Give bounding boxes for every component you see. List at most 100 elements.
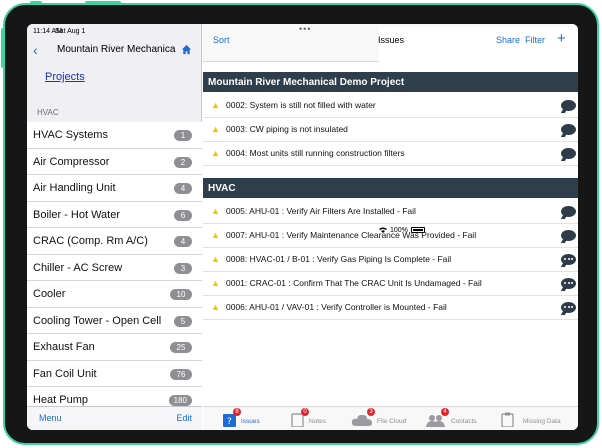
list-item-label: CRAC (Comp. Rm A/C): [33, 235, 148, 247]
section-header-hvac: HVAC: [37, 108, 59, 117]
count-badge: 5: [174, 315, 192, 327]
tab-contacts[interactable]: 4 Contacts: [425, 407, 495, 430]
issue-text: 0006: AHU-01 / VAV-01 : Verify Controlle…: [226, 302, 447, 312]
warning-icon: ▲: [211, 278, 220, 288]
comment-bubble-icon[interactable]: [561, 148, 576, 159]
issue-text: 0008: HVAC-01 / B-01 : Verify Gas Piping…: [226, 254, 452, 264]
count-badge: 25: [170, 342, 192, 353]
filter-button[interactable]: Filter: [525, 35, 545, 45]
list-item-label: Cooler: [33, 288, 66, 300]
add-issue-button[interactable]: +: [557, 30, 566, 47]
tab-file-cloud[interactable]: 3 File Cloud: [351, 407, 421, 430]
warning-icon: ▲: [211, 254, 220, 264]
tab-notes[interactable]: 0 Notes: [291, 407, 351, 430]
warning-icon: ▲: [211, 124, 220, 134]
projects-link[interactable]: Projects: [45, 71, 85, 83]
tab-missing-data-label: Missing Data: [523, 418, 561, 425]
issue-row[interactable]: ▲ 0007: AHU-01 : Verify Maintenance Clea…: [203, 224, 578, 248]
issue-text: 0003: CW piping is not insulated: [226, 124, 348, 134]
warning-icon: ▲: [211, 206, 220, 216]
count-badge: 10: [170, 289, 192, 300]
list-item-label: Air Handling Unit: [33, 182, 116, 194]
warning-icon: ▲: [211, 230, 220, 240]
list-item[interactable]: Exhaust Fan 25: [27, 334, 202, 361]
menu-button[interactable]: Menu: [39, 413, 62, 423]
comment-bubble-icon[interactable]: [561, 100, 576, 111]
issue-row[interactable]: ▲ 0005: AHU-01 : Verify Air Filters Are …: [203, 200, 578, 224]
list-item[interactable]: Air Handling Unit 4: [27, 175, 202, 202]
clipboard-icon: [501, 412, 514, 427]
issues-badge: 8: [233, 408, 241, 416]
list-item-label: Heat Pump: [33, 394, 89, 406]
sidebar-title: Mountain River Mechanica: [57, 44, 176, 55]
comment-dots-icon[interactable]: [561, 302, 576, 313]
sidebar-toolbar: Menu Edit: [27, 406, 202, 430]
device-button-top-left: [30, 1, 42, 5]
list-item[interactable]: Air Compressor 2: [27, 149, 202, 175]
app-screen: 11:14 AM Sat Aug 1 ‹ Mountain River Mech…: [27, 24, 578, 430]
device-button-left: [1, 28, 5, 68]
count-badge: 6: [174, 209, 192, 221]
list-item[interactable]: Fan Coil Unit 76: [27, 361, 202, 387]
notes-badge: 0: [301, 408, 309, 416]
count-badge: 2: [174, 156, 192, 168]
warning-icon: ▲: [211, 100, 220, 110]
issue-row[interactable]: ▲ 0006: AHU-01 / VAV-01 : Verify Control…: [203, 296, 578, 320]
svg-text:?: ?: [227, 417, 232, 427]
status-date: Sat Aug 1: [55, 28, 86, 35]
edit-button[interactable]: Edit: [176, 413, 192, 423]
tab-issues-label: Issues: [241, 418, 260, 425]
contacts-badge: 4: [441, 408, 449, 416]
list-item[interactable]: CRAC (Comp. Rm A/C) 4: [27, 228, 202, 255]
tab-contacts-label: Contacts: [451, 418, 477, 425]
issue-text: 0001: CRAC-01 : Confirm That The CRAC Un…: [226, 278, 482, 288]
home-icon[interactable]: [181, 42, 192, 60]
count-badge: 180: [168, 395, 192, 406]
comment-dots-icon[interactable]: [561, 278, 576, 289]
device-button-top-mid: [85, 1, 121, 5]
list-item[interactable]: Chiller - AC Screw 3: [27, 255, 202, 281]
list-item[interactable]: HVAC Systems 1: [27, 122, 202, 149]
group-header-project: Mountain River Mechanical Demo Project: [203, 72, 578, 92]
count-badge: 4: [174, 236, 192, 247]
tab-issues[interactable]: ? 8 Issues: [223, 407, 283, 430]
tab-file-cloud-label: File Cloud: [377, 418, 407, 425]
count-badge: 3: [174, 262, 192, 274]
tab-missing-data[interactable]: Missing Data: [501, 407, 576, 430]
back-chevron-icon[interactable]: ‹: [33, 42, 38, 58]
comment-dots-icon[interactable]: [561, 254, 576, 265]
tab-notes-label: Notes: [309, 418, 326, 425]
list-item-label: Boiler - Hot Water: [33, 208, 121, 221]
comment-bubble-icon[interactable]: [561, 206, 576, 217]
warning-icon: ▲: [211, 302, 220, 312]
list-item-label: HVAC Systems: [33, 129, 108, 141]
issue-text: 0004: Most units still running construct…: [226, 148, 405, 158]
file-cloud-badge: 3: [367, 408, 375, 416]
issue-row[interactable]: ▲ 0002: System is still not filled with …: [203, 94, 578, 118]
count-badge: 1: [174, 130, 192, 141]
count-badge: 4: [174, 183, 192, 194]
issue-row[interactable]: ▲ 0008: HVAC-01 / B-01 : Verify Gas Pipi…: [203, 248, 578, 272]
issue-text: 0005: AHU-01 : Verify Air Filters Are In…: [226, 206, 416, 216]
sort-button[interactable]: Sort: [213, 35, 230, 45]
list-item[interactable]: Cooling Tower - Open Cell 5: [27, 308, 202, 334]
issue-row[interactable]: ▲ 0003: CW piping is not insulated: [203, 118, 578, 142]
count-badge: 76: [170, 368, 192, 380]
list-item-label: Cooling Tower - Open Cell: [33, 314, 162, 327]
list-item[interactable]: Boiler - Hot Water 6: [27, 202, 202, 228]
sidebar-nav-bar: ‹ Mountain River Mechanica: [27, 38, 202, 62]
issue-row[interactable]: ▲ 0001: CRAC-01 : Confirm That The CRAC …: [203, 272, 578, 296]
system-list: HVAC Systems 1 Air Compressor 2 Air Handli…: [27, 122, 202, 414]
comment-bubble-icon[interactable]: [561, 230, 576, 241]
list-item[interactable]: Cooler 10: [27, 281, 202, 308]
list-item-label: Air Compressor: [33, 155, 110, 168]
warning-icon: ▲: [211, 148, 220, 158]
list-item-label: Fan Coil Unit: [33, 367, 97, 380]
group-header-hvac: HVAC: [203, 178, 578, 198]
issue-text: 0007: AHU-01 : Verify Maintenance Cleara…: [226, 230, 477, 240]
share-button[interactable]: Share: [496, 35, 520, 45]
list-item-label: Exhaust Fan: [33, 341, 95, 353]
issue-row[interactable]: ▲ 0004: Most units still running constru…: [203, 142, 578, 166]
comment-bubble-icon[interactable]: [561, 124, 576, 135]
issues-pane: ••• 100% Sort Issues Share Filter + Moun…: [203, 24, 578, 430]
